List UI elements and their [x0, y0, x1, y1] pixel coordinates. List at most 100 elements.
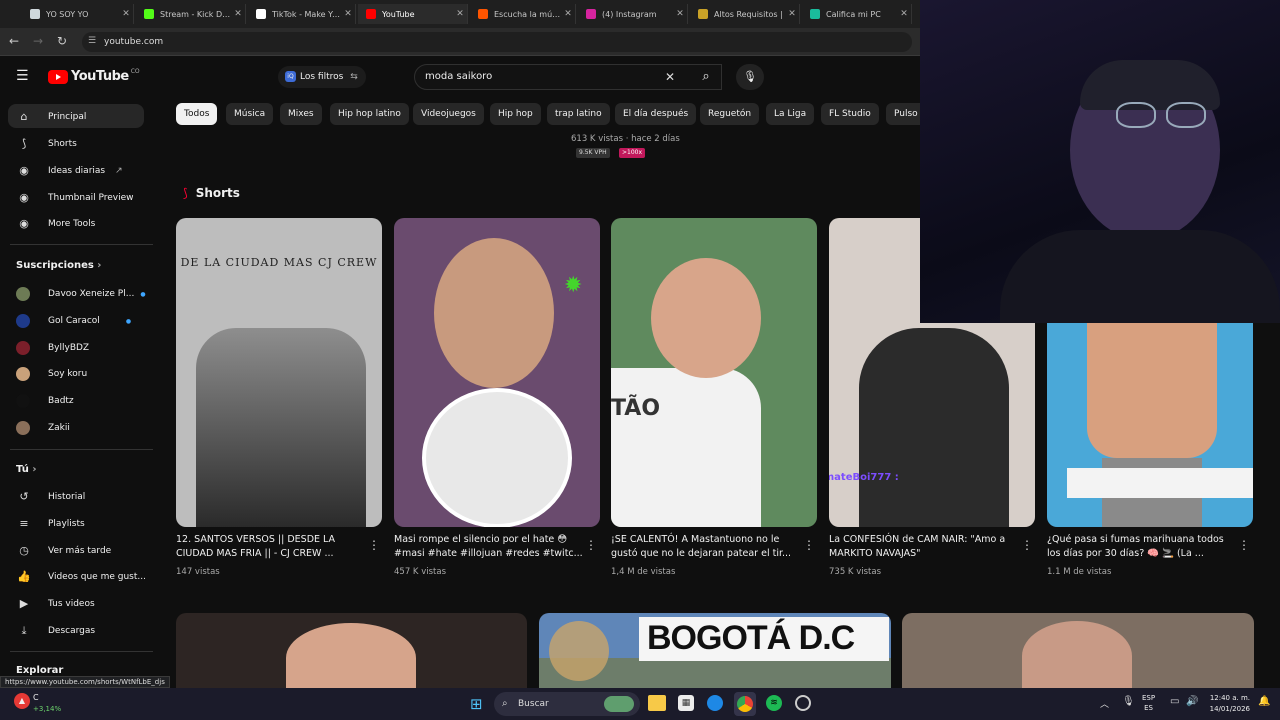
close-icon[interactable]: ✕ [673, 9, 687, 19]
store-icon[interactable]: ▦ [678, 695, 694, 711]
search-input[interactable]: moda saikoro ✕ [414, 64, 722, 90]
close-icon[interactable]: ✕ [897, 9, 911, 19]
chrome-taskbar-active[interactable] [734, 692, 756, 716]
reload-icon[interactable]: ↻ [57, 34, 67, 48]
short-title[interactable]: 12. SANTOS VERSOS || DESDE LA CIUDAD MAS… [176, 533, 366, 561]
tray-overflow-icon[interactable]: ︿ [1100, 697, 1109, 710]
more-options-icon[interactable]: ⋮ [368, 538, 380, 552]
notifications-icon[interactable]: 🔔 [1258, 696, 1270, 707]
sidebar-item-downloads[interactable]: ⤓ Descargas [16, 624, 96, 638]
windows-start-icon[interactable]: ⊞ [470, 696, 483, 712]
sidebar-item-shorts[interactable]: ⟆ Shorts [16, 137, 77, 150]
short-title[interactable]: ¡SE CALENTÓ! A Mastantuono no le gustó q… [611, 533, 801, 561]
tab-favicon-icon [698, 9, 708, 19]
browser-tab[interactable]: Califica mi PC ✕ [802, 4, 912, 24]
menu-icon[interactable]: ☰ [16, 68, 29, 84]
video-thumbnail[interactable] [902, 613, 1254, 688]
browser-tab[interactable]: YO SOY YO ✕ [22, 4, 134, 24]
short-thumbnail[interactable]: TÃO [611, 218, 817, 527]
back-icon[interactable]: ← [9, 34, 19, 48]
sidebar-item-ideas[interactable]: ◉ Ideas diarias ↗ [16, 164, 122, 177]
sidebar-subscription[interactable]: Davoo Xeneize Pl... ● [16, 287, 146, 301]
sidebar-subscription[interactable]: ByllyBDZ [16, 341, 89, 355]
home-icon: ⌂ [20, 110, 28, 123]
sidebar-subscription[interactable]: Badtz [16, 394, 74, 408]
clear-icon[interactable]: ✕ [665, 65, 675, 89]
thumbnail-table-image [1067, 468, 1253, 498]
volume-icon[interactable]: 🔊 [1186, 696, 1198, 707]
close-icon[interactable]: ✕ [453, 9, 467, 19]
chip[interactable]: Pulso [886, 103, 920, 125]
short-thumbnail[interactable]: DE LA CIUDAD MAS CJ CREW [176, 218, 382, 527]
browser-tab[interactable]: Stream - Kick Dash ✕ [136, 4, 246, 24]
chip[interactable]: FL Studio [821, 103, 879, 125]
chip[interactable]: La Liga [766, 103, 815, 125]
search-button[interactable]: ⌕ [686, 64, 726, 90]
new-content-dot-icon: ● [125, 317, 132, 325]
subscriptions-header[interactable]: Suscripciones › [16, 260, 101, 271]
sidebar-item-principal[interactable]: ⌂ Principal [16, 110, 87, 123]
url-field[interactable]: youtube.com [82, 32, 912, 52]
browser-tab[interactable]: Altos Requisitos | ✕ [690, 4, 800, 24]
chip[interactable]: Videojuegos [413, 103, 484, 125]
stock-icon[interactable]: ▲ [14, 693, 30, 709]
chip[interactable]: Música [226, 103, 274, 125]
chip-todos[interactable]: Todos [176, 103, 218, 125]
youtube-logo[interactable]: YouTube CO [48, 68, 140, 84]
filters-button[interactable]: iQ Los filtros ⇆ [278, 66, 366, 88]
short-title[interactable]: La CONFESIÓN de CAM NAIR: "Amo a MARKITO… [829, 533, 1019, 561]
browser-tab[interactable]: (4) Instagram ✕ [578, 4, 688, 24]
thumbnail-face-image [651, 258, 761, 378]
short-title[interactable]: Masi rompe el silencio por el hate 😳 #ma… [394, 533, 584, 561]
sidebar-item-historial[interactable]: ↺ Historial [16, 490, 85, 503]
sidebar-subscription[interactable]: Soy koru [16, 367, 87, 381]
sidebar-item-thumbnail-preview[interactable]: ◉ Thumbnail Preview [16, 191, 133, 204]
close-icon[interactable]: ✕ [785, 9, 799, 19]
clock[interactable]: 12:40 a. m. 14/01/2026 [1206, 693, 1250, 715]
video-thumbnail[interactable] [176, 613, 527, 688]
edge-icon[interactable] [707, 695, 723, 711]
sidebar-item-watch-later[interactable]: ◷ Ver más tarde [16, 544, 111, 557]
app-icon[interactable] [795, 695, 811, 711]
more-options-icon[interactable]: ⋮ [1021, 538, 1033, 552]
site-info-icon[interactable]: ☰ [88, 36, 96, 46]
close-icon[interactable]: ✕ [561, 9, 575, 19]
chip[interactable]: Hip hop [490, 103, 541, 125]
thumbnail-face-image [434, 238, 554, 388]
browser-tab-active[interactable]: YouTube ✕ [358, 4, 468, 24]
sidebar-subscription[interactable]: Zakii [16, 421, 70, 435]
more-options-icon[interactable]: ⋮ [803, 538, 815, 552]
chip[interactable]: trap latino [547, 103, 610, 125]
chip[interactable]: Hip hop latino [330, 103, 409, 125]
browser-tab[interactable]: TikTok - Make Your Day✕ [248, 4, 356, 24]
youtube-play-icon [48, 69, 68, 84]
spotify-icon[interactable]: ≋ [766, 695, 782, 711]
sidebar-item-playlists[interactable]: ≡ Playlists [16, 517, 84, 530]
you-header[interactable]: Tú › [16, 464, 36, 475]
chevron-right-icon: › [32, 464, 37, 475]
chip[interactable]: El día después [615, 103, 697, 125]
file-explorer-icon[interactable] [648, 695, 666, 711]
ext-icon: ◉ [19, 164, 29, 177]
language-indicator[interactable]: ESP ES [1142, 693, 1155, 713]
short-title[interactable]: ¿Qué pasa si fumas marihuana todos los d… [1047, 533, 1237, 561]
network-icon[interactable]: ▭ [1170, 696, 1179, 707]
video-thumbnail[interactable]: BOGOTÁ D.C [539, 613, 891, 688]
close-icon[interactable]: ✕ [341, 9, 355, 19]
microphone-icon[interactable]: 🎙 [1122, 696, 1135, 707]
sidebar-item-more-tools[interactable]: ◉ More Tools [16, 217, 95, 230]
close-icon[interactable]: ✕ [119, 9, 133, 19]
more-options-icon[interactable]: ⋮ [1238, 538, 1250, 552]
sidebar-subscription[interactable]: Gol Caracol ● [16, 314, 131, 328]
voice-search-button[interactable]: 🎙 [736, 64, 764, 90]
sidebar-item-your-videos[interactable]: ▶ Tus videos [16, 597, 95, 610]
taskbar-search[interactable]: ⌕ Buscar [494, 692, 640, 716]
sidebar-item-liked-videos[interactable]: 👍 Videos que me gust... [16, 570, 146, 583]
more-options-icon[interactable]: ⋮ [585, 538, 597, 552]
close-icon[interactable]: ✕ [231, 9, 245, 19]
forward-icon[interactable]: → [33, 34, 43, 48]
chip[interactable]: Mixes [280, 103, 322, 125]
short-thumbnail[interactable]: ✹ [394, 218, 600, 527]
browser-tab[interactable]: Escucha la música ✕ [470, 4, 576, 24]
chip[interactable]: Reguetón [700, 103, 760, 125]
